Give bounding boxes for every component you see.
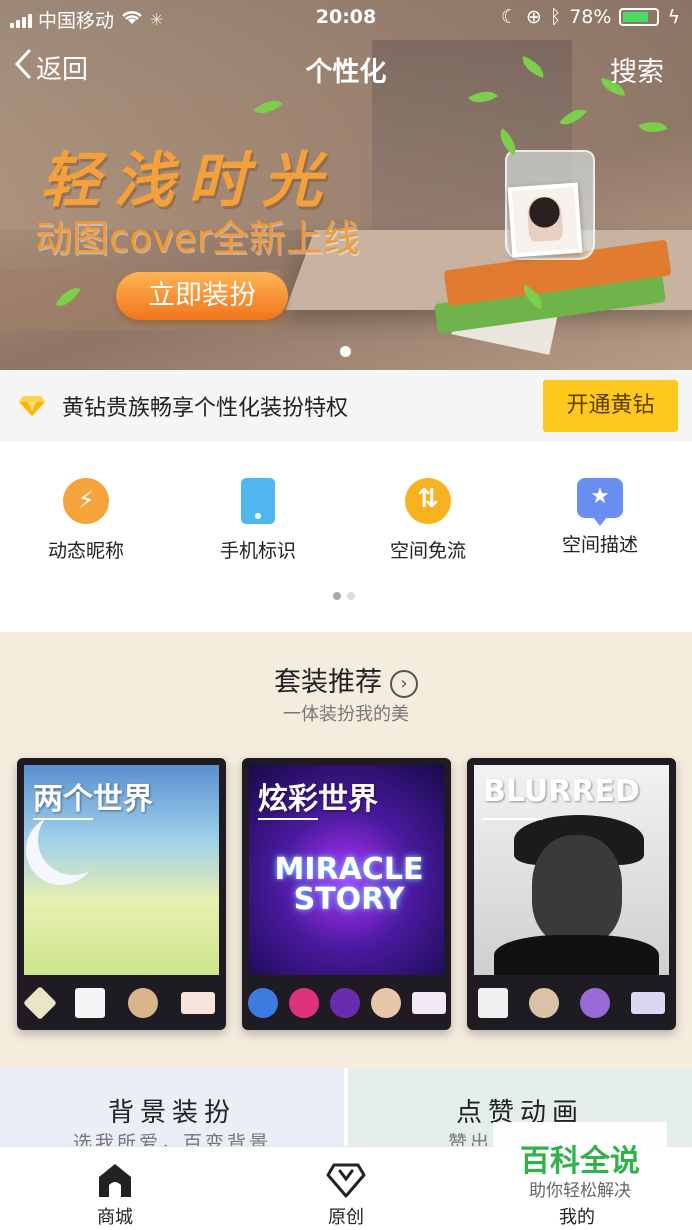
suit-item-thumbnail	[75, 988, 106, 1018]
suit-item-thumbnail	[288, 988, 319, 1018]
suit-item-thumbnail	[23, 986, 58, 1020]
section-title: 套装推荐	[274, 667, 382, 698]
tab-label: 原创	[328, 1207, 364, 1228]
suit-item-thumbnail	[580, 988, 611, 1018]
moon-icon: ☾	[500, 6, 518, 28]
miracle-story-logo: MIRACLE STORY	[274, 852, 424, 917]
suit-recommendations: 套装推荐 › 一体装扮我的美 两个世界 MIRACLE STORY 炫彩世界 B…	[0, 632, 692, 1068]
feature-space-description[interactable]: 空间描述	[520, 478, 680, 557]
open-yellow-diamond-button[interactable]: 开通黄钻	[543, 380, 678, 432]
chevron-right-circle-icon[interactable]: ›	[390, 669, 418, 698]
watermark-title: 百科全说	[520, 1144, 640, 1179]
watermark-badge: 百科全说 助你轻松解决	[493, 1122, 667, 1202]
suit-item-thumbnails	[467, 982, 676, 1024]
suit-item-thumbnail	[370, 988, 401, 1018]
suit-item-thumbnails	[17, 982, 226, 1024]
feature-dynamic-nickname[interactable]: 动态昵称	[6, 478, 166, 563]
category-title: 背景装扮	[107, 1098, 236, 1128]
home-icon	[95, 1161, 135, 1199]
feature-label: 空间免流	[389, 540, 466, 562]
feature-page-indicator	[333, 592, 355, 600]
bluetooth-icon: ᛒ	[549, 6, 562, 28]
vip-promo-strip: 黄钻贵族畅享个性化装扮特权 开通黄钻	[0, 370, 692, 442]
battery-level	[623, 12, 649, 22]
portrait-decoration	[532, 835, 622, 945]
star-bubble-icon	[577, 478, 623, 526]
watermark-subtitle: 助你轻松解决	[529, 1181, 631, 1201]
suit-card-name: 炫彩世界	[258, 782, 378, 817]
battery-icon	[619, 8, 660, 26]
suit-item-thumbnail	[180, 992, 215, 1014]
data-flow-icon	[405, 478, 451, 524]
shirt-decoration	[494, 935, 659, 975]
suit-card-name: 两个世界	[33, 782, 153, 817]
suit-card[interactable]: MIRACLE STORY 炫彩世界	[242, 758, 451, 1030]
section-header[interactable]: 套装推荐 ›	[0, 660, 692, 699]
feature-free-data[interactable]: 空间免流	[348, 478, 508, 563]
tab-label: 商城	[97, 1207, 133, 1228]
feature-phone-badge[interactable]: 手机标识	[178, 478, 338, 563]
suit-item-thumbnail	[631, 992, 666, 1014]
feature-label: 动态昵称	[47, 540, 124, 562]
suit-item-thumbnail	[477, 988, 508, 1018]
promo-banner[interactable]: 轻浅时光 动图cover全新上线 立即装扮 中国移动 ✳ 20:08 ☾ ⊕ ᛒ…	[0, 0, 692, 370]
diamond-icon	[18, 394, 46, 418]
feature-grid: 动态昵称 手机标识 空间免流 空间描述	[0, 442, 692, 632]
battery-percent: 78%	[569, 6, 612, 28]
vip-promo-text: 黄钻贵族畅享个性化装扮特权	[62, 396, 349, 421]
feature-label: 空间描述	[561, 534, 638, 556]
suit-card-name: BLURRED	[483, 774, 640, 809]
banner-page-indicator	[340, 346, 351, 357]
category-background-dressup[interactable]: 背景装扮 选我所爱，百变背景	[0, 1068, 344, 1154]
banner-subheadline: 动图cover全新上线	[35, 217, 360, 260]
banner-headline: 轻浅时光	[40, 146, 336, 216]
suit-item-thumbnails	[242, 982, 451, 1024]
title-underline	[258, 818, 318, 820]
orientation-lock-icon: ⊕	[525, 6, 542, 28]
dress-up-now-button[interactable]: 立即装扮	[116, 272, 288, 320]
title-underline	[33, 818, 93, 820]
suit-item-thumbnail	[247, 988, 278, 1018]
suit-item-thumbnail	[127, 988, 158, 1018]
suit-card[interactable]: BLURRED	[467, 758, 676, 1030]
tab-mall[interactable]: 商城	[55, 1161, 175, 1229]
phone-icon	[241, 478, 275, 524]
tab-label: 我的	[559, 1207, 595, 1228]
suit-item-thumbnail	[411, 992, 446, 1014]
banner-photo	[507, 182, 583, 258]
nav-bar: 返回 个性化 搜索	[0, 48, 692, 94]
lightning-icon	[63, 478, 109, 524]
tab-original[interactable]: 原创	[286, 1161, 406, 1229]
charging-icon: ϟ	[667, 6, 680, 28]
suit-item-thumbnail	[528, 988, 559, 1018]
search-button[interactable]: 搜索	[610, 50, 664, 89]
feature-label: 手机标识	[219, 540, 296, 562]
suit-item-thumbnail	[329, 988, 360, 1018]
page-title: 个性化	[305, 57, 387, 88]
title-underline	[483, 818, 543, 820]
pentagon-icon	[326, 1161, 366, 1199]
suit-card[interactable]: 两个世界	[17, 758, 226, 1030]
section-subtitle: 一体装扮我的美	[283, 704, 409, 725]
status-bar: 中国移动 ✳ 20:08 ☾ ⊕ ᛒ 78% ϟ	[0, 0, 692, 36]
